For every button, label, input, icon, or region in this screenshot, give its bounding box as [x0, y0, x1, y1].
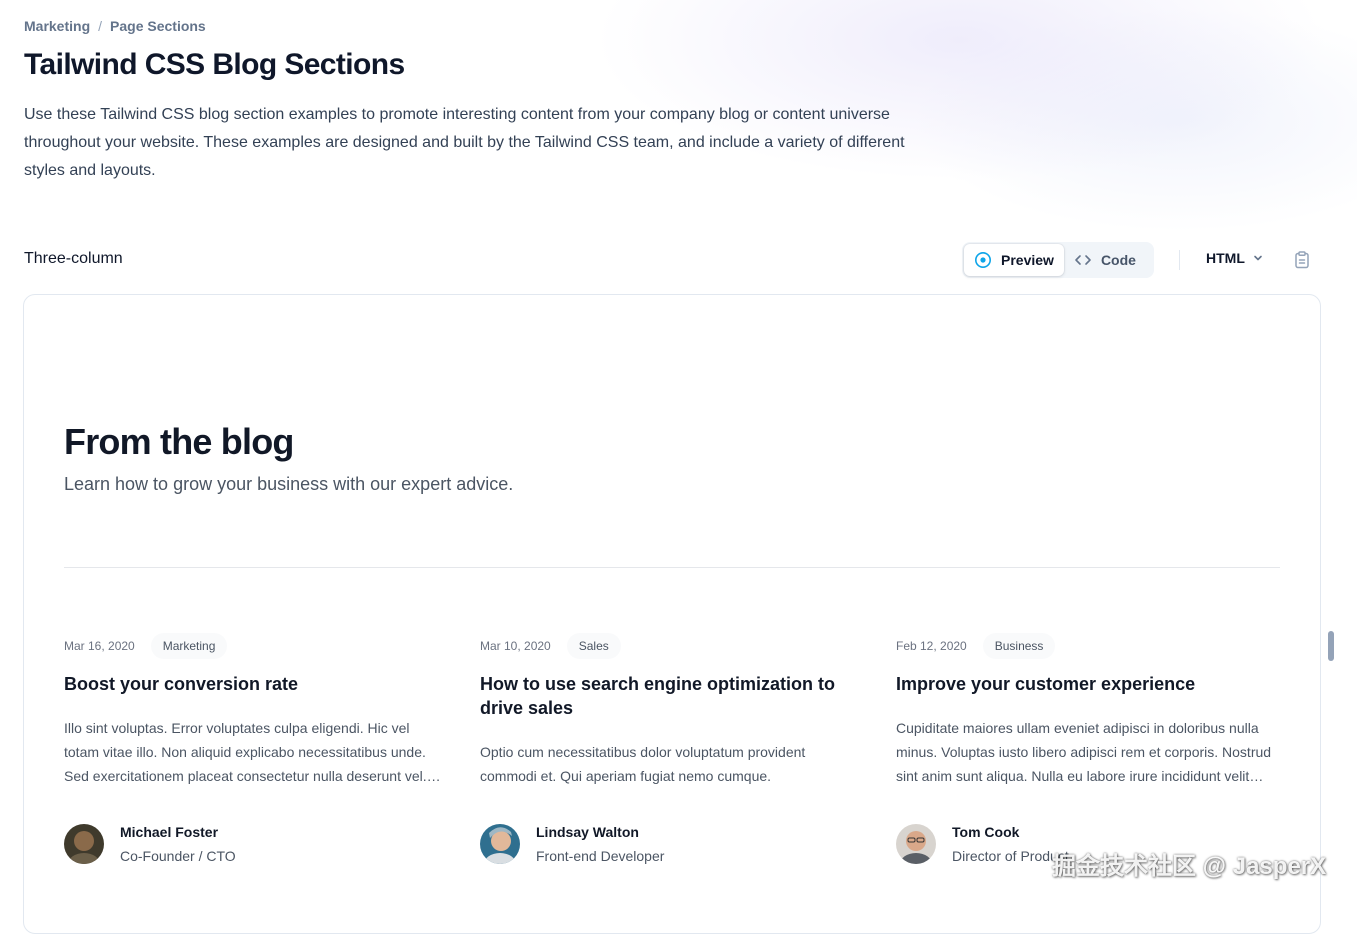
post-title[interactable]: Boost your conversion rate: [64, 672, 444, 696]
blog-divider: [64, 567, 1280, 568]
scrollbar-thumb[interactable]: [1328, 631, 1334, 661]
language-select-value: HTML: [1206, 250, 1245, 266]
author-role: Co-Founder / CTO: [120, 848, 236, 864]
post-author: Lindsay Walton Front-end Developer: [480, 820, 664, 868]
page-title: Tailwind CSS Blog Sections: [24, 48, 405, 81]
chevron-down-icon: [1254, 255, 1262, 261]
avatar: [480, 824, 520, 864]
example-label: Three-column: [24, 250, 123, 267]
post-excerpt: Cupiditate maiores ullam eveniet adipisc…: [896, 720, 1272, 784]
post-author: Tom Cook Director of Product: [896, 820, 1069, 868]
post-title[interactable]: How to use search engine optimization to…: [480, 672, 860, 720]
avatar: [64, 824, 104, 864]
blog-title: From the blog: [64, 421, 294, 462]
post-author: Michael Foster Co-Founder / CTO: [64, 820, 236, 868]
breadcrumb-item-page-sections[interactable]: Page Sections: [110, 18, 206, 34]
breadcrumb: Marketing / Page Sections: [24, 18, 206, 34]
page-description: Use these Tailwind CSS blog section exam…: [24, 106, 905, 179]
post-meta: Mar 16, 2020 Marketing: [64, 632, 444, 660]
post-excerpt: Optio cum necessitatibus dolor voluptatu…: [480, 744, 806, 784]
post-meta: Feb 12, 2020 Business: [896, 632, 1276, 660]
author-role: Front-end Developer: [536, 848, 665, 864]
post-excerpt: Illo sint voluptas. Error voluptates cul…: [64, 720, 427, 784]
watermark-text: 掘金技术社区 @ JasperX: [1052, 853, 1327, 880]
clipboard-icon[interactable]: [1292, 250, 1312, 270]
breadcrumb-item-marketing[interactable]: Marketing: [24, 18, 90, 34]
language-select[interactable]: HTML: [1206, 250, 1263, 266]
blog-post: Mar 16, 2020 Marketing Boost your conver…: [64, 632, 444, 788]
toolbar-divider: [1179, 250, 1180, 270]
code-icon: [1075, 255, 1091, 265]
author-name[interactable]: Lindsay Walton: [536, 820, 664, 844]
code-tab-label: Code: [1100, 252, 1136, 268]
post-date: Mar 16, 2020: [64, 639, 135, 653]
eye-icon: [975, 252, 991, 268]
post-category-badge[interactable]: Business: [982, 633, 1056, 659]
preview-tab-label: Preview: [1001, 252, 1054, 268]
author-name[interactable]: Michael Foster: [120, 820, 236, 844]
blog-post: Feb 12, 2020 Business Improve your custo…: [896, 632, 1276, 788]
post-date: Feb 12, 2020: [896, 639, 967, 653]
view-toggle: Preview Code: [962, 242, 1154, 278]
breadcrumb-separator: /: [98, 18, 103, 34]
avatar: [896, 824, 936, 864]
post-date: Mar 10, 2020: [480, 639, 551, 653]
post-meta: Mar 10, 2020 Sales: [480, 632, 860, 660]
post-title[interactable]: Improve your customer experience: [896, 672, 1276, 696]
author-name[interactable]: Tom Cook: [952, 820, 1069, 844]
code-tab[interactable]: Code: [1064, 244, 1146, 276]
preview-tab[interactable]: Preview: [964, 244, 1064, 276]
post-category-badge[interactable]: Sales: [566, 633, 621, 659]
post-category-badge[interactable]: Marketing: [150, 633, 228, 659]
blog-subtitle: Learn how to grow your business with our…: [64, 474, 514, 494]
blog-post: Mar 10, 2020 Sales How to use search eng…: [480, 632, 860, 788]
